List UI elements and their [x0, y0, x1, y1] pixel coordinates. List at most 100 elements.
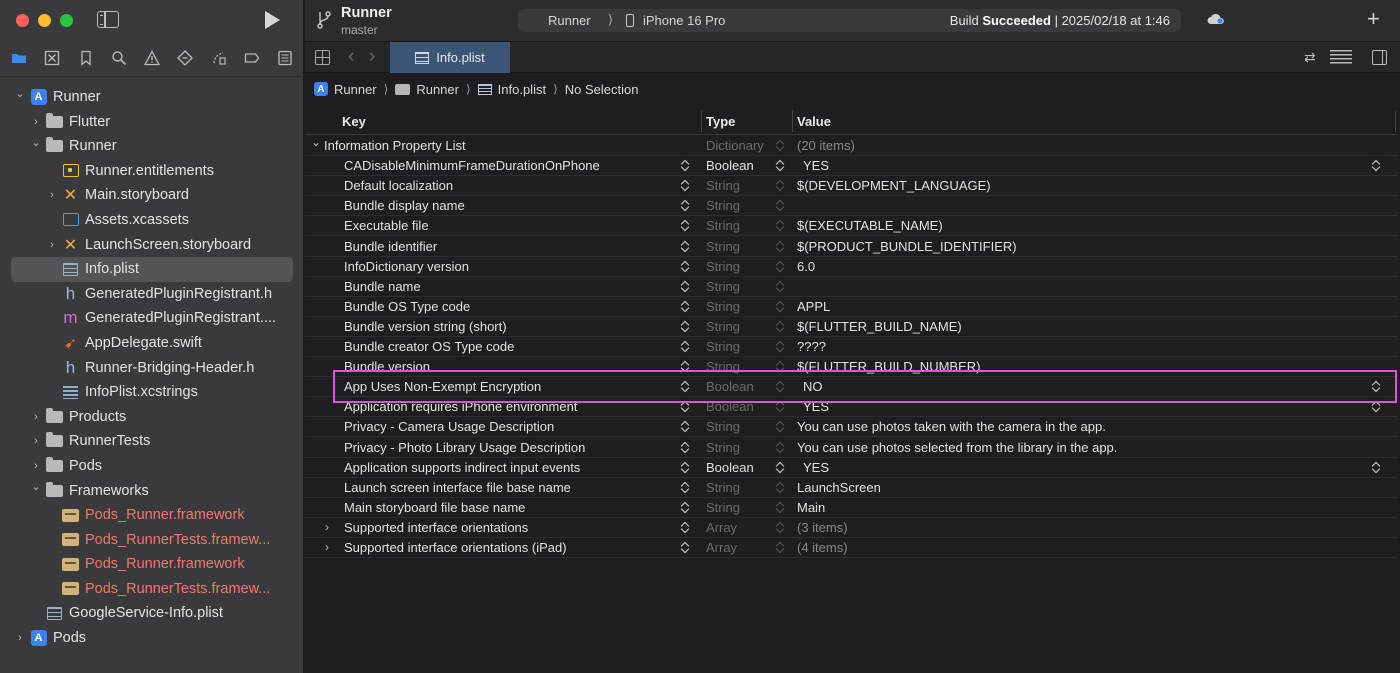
add-library-button[interactable]: + — [1367, 7, 1380, 31]
type-stepper-icon[interactable] — [777, 501, 785, 515]
tree-item[interactable]: › Pods — [0, 454, 304, 479]
type-stepper-icon[interactable] — [777, 340, 785, 354]
type-stepper-icon[interactable] — [777, 380, 785, 394]
column-header-key[interactable]: Key — [342, 114, 366, 129]
key-stepper-icon[interactable] — [682, 179, 690, 193]
plist-value[interactable]: 6.0 — [797, 259, 815, 274]
type-stepper-icon[interactable] — [777, 420, 785, 434]
plist-row[interactable]: › Supported interface orientations (iPad)… — [305, 538, 1398, 559]
tree-item[interactable]: h Runner-Bridging-Header.h — [0, 356, 304, 381]
editor-options-icon[interactable] — [1330, 50, 1352, 64]
key-stepper-icon[interactable] — [682, 340, 690, 354]
plist-row[interactable]: Bundle version string (short) String $(FLU… — [305, 317, 1398, 337]
type-stepper-icon[interactable] — [777, 320, 785, 334]
plist-type[interactable]: Array — [706, 520, 737, 535]
plist-type[interactable]: String — [706, 239, 740, 254]
plist-key[interactable]: Privacy - Photo Library Usage Descriptio… — [344, 440, 585, 455]
plist-row[interactable]: Application supports indirect input even… — [305, 458, 1398, 478]
plist-key[interactable]: InfoDictionary version — [344, 259, 469, 274]
column-header-value[interactable]: Value — [797, 114, 831, 129]
plist-row[interactable]: Privacy - Camera Usage Description String… — [305, 417, 1398, 438]
zoom-window-button[interactable] — [60, 14, 73, 27]
plist-key[interactable]: Bundle version — [344, 359, 430, 374]
value-popup-icon[interactable] — [1373, 400, 1381, 414]
value-popup-icon[interactable] — [1373, 380, 1381, 394]
plist-key[interactable]: Bundle OS Type code — [344, 299, 470, 314]
plist-row[interactable]: Executable file String $(EXECUTABLE_NAME) — [305, 216, 1398, 237]
type-stepper-icon[interactable] — [777, 481, 785, 495]
disclosure-collapsed-icon[interactable]: › — [31, 460, 41, 472]
related-items-icon[interactable] — [315, 50, 330, 65]
key-stepper-icon[interactable] — [682, 380, 690, 394]
plist-value[interactable]: (20 items) — [797, 138, 855, 153]
breadcrumb-folder[interactable]: Runner — [395, 82, 459, 97]
plist-key[interactable]: Bundle name — [344, 279, 421, 294]
tree-item[interactable]: Pods_Runner.framework — [0, 552, 304, 577]
key-stepper-icon[interactable] — [682, 240, 690, 254]
tree-item[interactable]: › A Pods — [0, 626, 304, 651]
key-stepper-icon[interactable] — [682, 541, 690, 555]
plist-type[interactable]: String — [706, 419, 740, 434]
key-stepper-icon[interactable] — [682, 280, 690, 294]
disclosure-collapsed-icon[interactable]: › — [325, 540, 329, 554]
plist-type[interactable]: String — [706, 319, 740, 334]
disclosure-expanded-icon[interactable]: ⌄ — [311, 135, 321, 149]
plist-row[interactable]: Bundle display name String — [305, 196, 1398, 217]
plist-type[interactable]: Boolean — [706, 399, 754, 414]
tree-item[interactable]: Assets.xcassets — [0, 208, 304, 233]
plist-row[interactable]: Bundle OS Type code String APPL — [305, 297, 1398, 317]
tree-item[interactable]: › RunnerTests — [0, 429, 304, 454]
tree-item[interactable]: Pods_RunnerTests.framew... — [0, 528, 304, 553]
key-stepper-icon[interactable] — [682, 400, 690, 414]
plist-type[interactable]: Dictionary — [706, 138, 764, 153]
plist-type[interactable]: String — [706, 500, 740, 515]
plist-type[interactable]: String — [706, 440, 740, 455]
plist-value[interactable]: YES — [803, 460, 829, 475]
tree-item[interactable]: › ✕ LaunchScreen.storyboard — [0, 233, 304, 258]
plist-row[interactable]: Launch screen interface file base name St… — [305, 478, 1398, 498]
disclosure-expanded-icon[interactable]: ⌄ — [31, 137, 41, 149]
plist-key[interactable]: Privacy - Camera Usage Description — [344, 419, 554, 434]
tree-item[interactable]: Pods_Runner.framework — [0, 503, 304, 528]
project-navigator-icon[interactable] — [10, 49, 28, 67]
tree-item[interactable]: › Products — [0, 405, 304, 430]
type-stepper-icon[interactable] — [777, 260, 785, 274]
key-stepper-icon[interactable] — [682, 420, 690, 434]
minimize-window-button[interactable] — [38, 14, 51, 27]
type-stepper-icon[interactable] — [777, 179, 785, 193]
plist-type[interactable]: Array — [706, 540, 737, 555]
plist-key[interactable]: App Uses Non-Exempt Encryption — [344, 379, 541, 394]
test-navigator-icon[interactable] — [176, 49, 194, 67]
plist-type[interactable]: Boolean — [706, 158, 754, 173]
plist-key[interactable]: Launch screen interface file base name — [344, 480, 571, 495]
type-stepper-icon[interactable] — [777, 541, 785, 555]
plist-key[interactable]: Main storyboard file base name — [344, 500, 525, 515]
plist-key[interactable]: Bundle display name — [344, 198, 465, 213]
type-stepper-icon[interactable] — [777, 139, 785, 153]
cloud-sync-icon[interactable] — [1207, 13, 1225, 25]
branch-name[interactable]: master — [341, 23, 378, 37]
close-window-button[interactable] — [16, 14, 29, 27]
breadcrumb-file[interactable]: Info.plist — [477, 82, 546, 97]
key-stepper-icon[interactable] — [682, 481, 690, 495]
column-divider[interactable] — [792, 111, 793, 132]
plist-key[interactable]: CADisableMinimumFrameDurationOnPhone — [344, 158, 600, 173]
type-stepper-icon[interactable] — [777, 441, 785, 455]
key-stepper-icon[interactable] — [682, 320, 690, 334]
value-popup-icon[interactable] — [1373, 461, 1381, 475]
tree-item[interactable]: › Flutter — [0, 110, 304, 135]
inspector-toggle-icon[interactable] — [1372, 50, 1387, 65]
type-stepper-icon[interactable] — [777, 461, 785, 475]
plist-value[interactable]: Main — [797, 500, 825, 515]
plist-row[interactable]: Application requires iPhone environment B… — [305, 397, 1398, 418]
plist-type[interactable]: String — [706, 259, 740, 274]
key-stepper-icon[interactable] — [682, 461, 690, 475]
key-stepper-icon[interactable] — [682, 300, 690, 314]
source-control-navigator-icon[interactable] — [43, 49, 61, 67]
disclosure-collapsed-icon[interactable]: › — [325, 520, 329, 534]
plist-type[interactable]: String — [706, 279, 740, 294]
scheme-selector[interactable]: Runner — [548, 13, 591, 28]
type-stepper-icon[interactable] — [777, 280, 785, 294]
forward-chevron-icon[interactable]: › — [369, 46, 375, 68]
tree-item[interactable]: › ✕ Main.storyboard — [0, 183, 304, 208]
